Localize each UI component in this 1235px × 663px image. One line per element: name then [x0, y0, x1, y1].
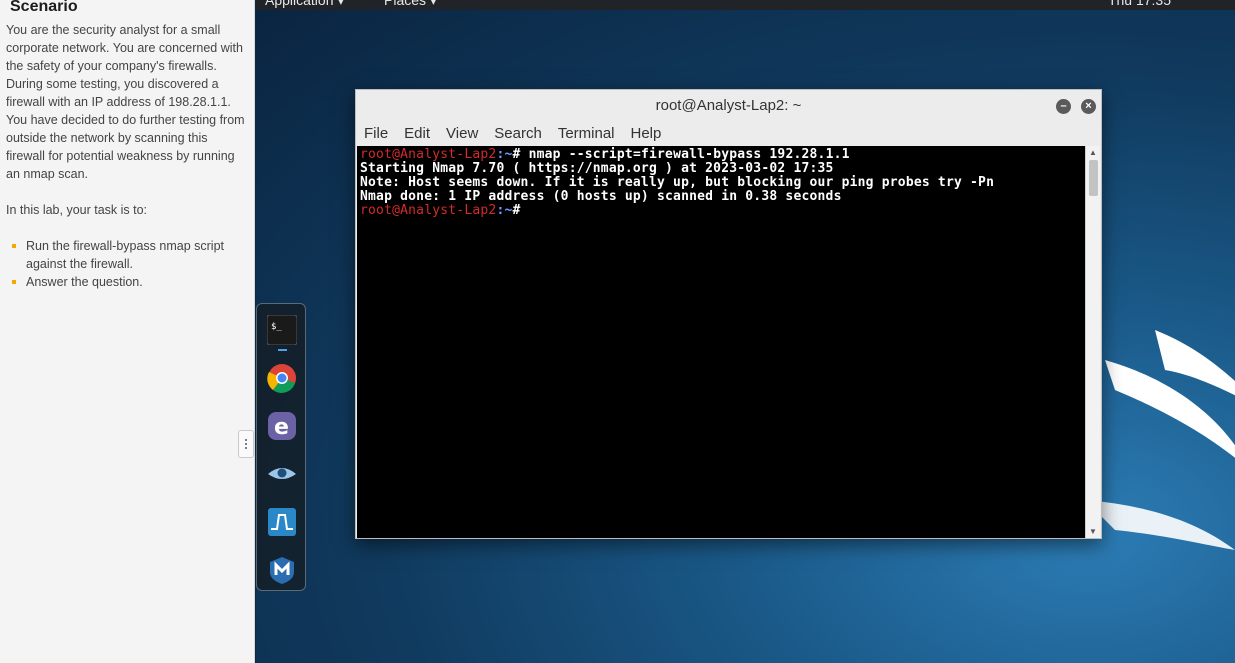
desktop: Application ▾ Places ▾ Thu 17:35 $_ e ro… [256, 0, 1235, 663]
svg-text:e: e [274, 415, 289, 440]
terminal-title: root@Analyst-Lap2: ~ [655, 97, 802, 114]
prompt-user: root@Analyst-Lap2 [360, 203, 497, 218]
terminal-window[interactable]: root@Analyst-Lap2: ~ – × File Edit View … [355, 89, 1102, 539]
terminal-icon[interactable]: $_ [266, 314, 298, 346]
prompt-user: root@Analyst-Lap2 [360, 147, 497, 162]
bullet-icon [12, 244, 16, 248]
scenario-panel: Scenario You are the security analyst fo… [0, 0, 255, 663]
task-list: Run the firewall-bypass nmap script agai… [6, 237, 248, 291]
chrome-icon[interactable] [266, 362, 298, 394]
minimize-button[interactable]: – [1056, 99, 1071, 114]
task-item: Answer the question. [12, 273, 248, 291]
prompt-symbol: # [512, 203, 529, 218]
task-intro: In this lab, your task is to: [6, 203, 148, 217]
terminal-output[interactable]: root@Analyst-Lap2:~# nmap --script=firew… [357, 146, 1086, 538]
emacs-icon[interactable]: e [266, 410, 298, 442]
menu-help[interactable]: Help [631, 125, 662, 142]
task-item: Run the firewall-bypass nmap script agai… [12, 237, 248, 273]
scroll-up-icon[interactable]: ▲ [1089, 148, 1097, 157]
output-line: Nmap done: 1 IP address (0 hosts up) sca… [360, 189, 842, 204]
scenario-paragraph: You are the security analyst for a small… [6, 23, 245, 181]
menu-view[interactable]: View [446, 125, 478, 142]
terminal-line: root@Analyst-Lap2:~# nmap --script=firew… [360, 148, 1083, 162]
scenario-title: Scenario [10, 0, 78, 15]
terminal-menubar: File Edit View Search Terminal Help [356, 122, 1101, 145]
clock[interactable]: Thu 17:35 [1108, 0, 1171, 8]
terminal-scrollbar[interactable]: ▲ ▼ [1085, 146, 1100, 538]
terminal-titlebar[interactable]: root@Analyst-Lap2: ~ – × [356, 90, 1101, 122]
menu-terminal[interactable]: Terminal [558, 125, 615, 142]
svg-text:$_: $_ [271, 322, 282, 332]
task-text: Run the firewall-bypass nmap script agai… [26, 239, 224, 271]
top-panel: Application ▾ Places ▾ Thu 17:35 [256, 0, 1235, 10]
metasploit-icon[interactable] [266, 554, 298, 586]
bullet-icon [12, 280, 16, 284]
scroll-thumb[interactable] [1089, 160, 1098, 196]
command-text: nmap --script=firewall-bypass 192.28.1.1 [528, 147, 850, 162]
prompt-symbol: # [512, 147, 529, 162]
wireshark-icon[interactable] [266, 506, 298, 538]
menu-search[interactable]: Search [494, 125, 542, 142]
panel-resize-handle[interactable] [238, 430, 254, 458]
eye-icon[interactable] [266, 458, 298, 490]
scroll-down-icon[interactable]: ▼ [1089, 527, 1097, 536]
dock: $_ e [256, 303, 306, 591]
terminal-line: root@Analyst-Lap2:~# [360, 204, 1083, 218]
output-line: Starting Nmap 7.70 ( https://nmap.org ) … [360, 161, 834, 176]
prompt-path: :~ [496, 203, 513, 218]
menu-file[interactable]: File [364, 125, 388, 142]
applications-menu[interactable]: Application ▾ [265, 0, 344, 9]
places-menu[interactable]: Places ▾ [384, 0, 437, 9]
close-button[interactable]: × [1081, 99, 1096, 114]
active-indicator [278, 349, 287, 351]
menu-edit[interactable]: Edit [404, 125, 430, 142]
prompt-path: :~ [496, 147, 513, 162]
output-line: Note: Host seems down. If it is really u… [360, 175, 995, 190]
task-text: Answer the question. [26, 275, 143, 289]
